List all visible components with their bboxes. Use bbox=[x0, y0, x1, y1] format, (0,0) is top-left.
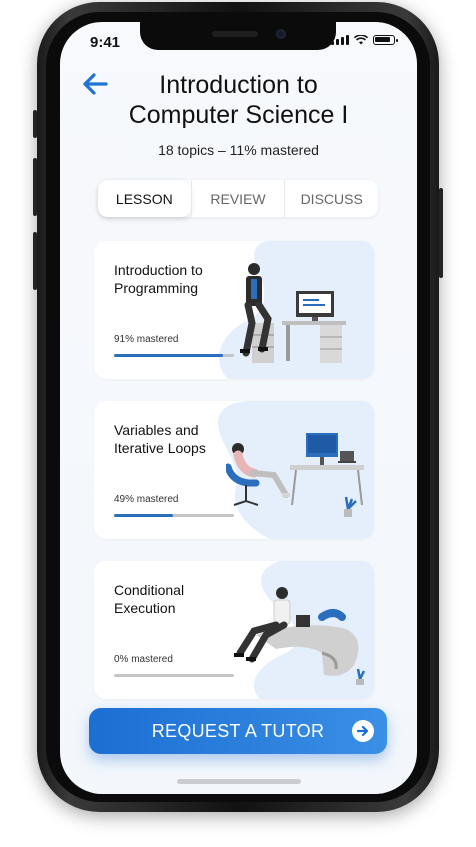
mastery-progress-bar bbox=[114, 354, 234, 357]
speaker-grille bbox=[212, 31, 258, 37]
mastery-label: 91% mastered bbox=[114, 334, 179, 345]
app-screen: 9:41 Introduction to Computer Science I … bbox=[60, 22, 417, 794]
mastery-progress-bar bbox=[114, 674, 234, 677]
mastery-progress-bar bbox=[114, 514, 234, 517]
cellular-signal-icon bbox=[331, 35, 349, 45]
lesson-title: Conditional Execution bbox=[114, 582, 185, 616]
programmer-illustration bbox=[240, 263, 346, 363]
mastery-progress-fill bbox=[114, 354, 224, 357]
tab-review[interactable]: REVIEW bbox=[190, 180, 285, 217]
title-line-2: Computer Science I bbox=[128, 101, 349, 129]
power-button bbox=[439, 188, 443, 278]
lesson-title: Variables and Iterative Loops bbox=[114, 422, 206, 456]
home-indicator[interactable] bbox=[177, 779, 301, 784]
front-camera bbox=[276, 29, 286, 39]
request-tutor-button[interactable]: REQUEST A TUTOR bbox=[89, 708, 387, 754]
tab-lesson[interactable]: LESSON bbox=[98, 180, 191, 217]
status-icons bbox=[331, 35, 398, 45]
lesson-card[interactable]: Variables and Iterative Loops 49% master… bbox=[94, 401, 374, 539]
mastery-label: 49% mastered bbox=[114, 494, 179, 505]
mastery-progress-fill bbox=[114, 514, 173, 517]
title-line-1: Introduction to bbox=[159, 71, 318, 99]
notch bbox=[140, 22, 336, 50]
desk-worker-illustration bbox=[234, 587, 366, 685]
arrow-right-circle-icon bbox=[352, 720, 374, 742]
battery-icon bbox=[373, 35, 398, 45]
reclining-person-illustration bbox=[226, 433, 364, 517]
request-tutor-label: REQUEST A TUTOR bbox=[151, 720, 325, 741]
mastery-label: 0% mastered bbox=[114, 654, 173, 665]
wifi-icon bbox=[354, 35, 368, 45]
tab-discuss[interactable]: DISCUSS bbox=[284, 180, 378, 217]
lesson-title: Introduction to Programming bbox=[114, 262, 203, 296]
lesson-card[interactable]: Conditional Execution 0% mastered bbox=[94, 561, 374, 699]
course-summary: 18 topics – 11% mastered bbox=[158, 142, 319, 158]
status-time: 9:41 bbox=[90, 34, 121, 51]
tab-bar: LESSON REVIEW DISCUSS bbox=[98, 180, 378, 217]
page-title: Introduction to Computer Science I bbox=[100, 70, 377, 130]
lesson-card[interactable]: Introduction to Programming 91% mastered bbox=[94, 241, 374, 379]
